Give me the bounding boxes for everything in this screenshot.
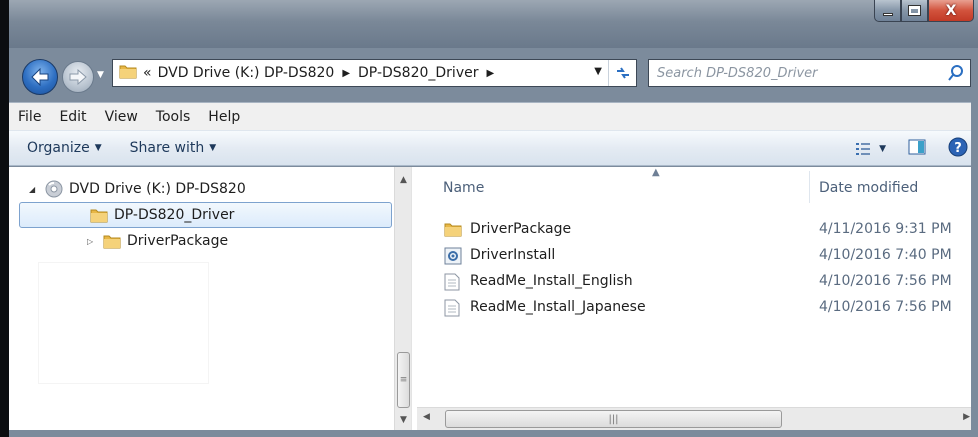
dvd-drive-icon xyxy=(45,180,63,198)
command-bar: Organize ▼ Share with ▼ ▼ ? xyxy=(9,130,978,166)
file-name: ReadMe_Install_Japanese xyxy=(470,299,646,315)
organize-button[interactable]: Organize ▼ xyxy=(17,140,112,156)
back-arrow-icon xyxy=(31,68,49,86)
breadcrumb-driver-folder[interactable]: DP-DS820_Driver xyxy=(358,65,478,81)
column-header-name[interactable]: Name xyxy=(443,180,484,196)
tree-label: DriverPackage xyxy=(127,233,229,249)
svg-text:?: ? xyxy=(954,141,962,156)
recent-pages-dropdown[interactable]: ▼ xyxy=(97,70,109,82)
menu-bar: File Edit View Tools Help xyxy=(9,102,978,130)
back-button[interactable] xyxy=(22,59,58,95)
preview-pane-icon xyxy=(908,139,926,155)
column-header-date-modified[interactable]: Date modified xyxy=(819,180,918,196)
breadcrumb-separator-icon[interactable]: ▶ xyxy=(486,68,494,79)
breadcrumb-separator-icon[interactable]: ▶ xyxy=(342,68,350,79)
file-date: 4/11/2016 9:31 PM xyxy=(819,221,952,237)
search-box[interactable] xyxy=(648,59,971,87)
chevron-down-icon: ▼ xyxy=(209,143,217,153)
tree-item-dvd-drive[interactable]: ◢ DVD Drive (K:) DP-DS820 xyxy=(29,176,246,202)
search-icon[interactable] xyxy=(948,64,964,86)
organize-label: Organize xyxy=(27,140,90,156)
search-input[interactable] xyxy=(657,65,937,81)
share-with-button[interactable]: Share with ▼ xyxy=(120,140,226,156)
column-headers: Name ▲ Date modified xyxy=(417,167,978,207)
folder-icon xyxy=(103,233,121,249)
column-divider[interactable] xyxy=(809,171,810,203)
folder-icon xyxy=(444,221,462,241)
maximize-icon xyxy=(908,5,921,16)
caption-buttons: X xyxy=(874,0,974,22)
file-list-scrollbar[interactable]: ◀ ||| ▶ xyxy=(417,407,978,430)
window-border xyxy=(9,430,978,437)
refresh-icon xyxy=(616,67,629,79)
folder-icon xyxy=(119,63,137,83)
scroll-up-arrow-icon[interactable]: ▲ xyxy=(395,171,412,188)
file-name: ReadMe_Install_English xyxy=(470,273,633,289)
scroll-left-arrow-icon[interactable]: ◀ xyxy=(423,412,430,422)
command-bar-right: ▼ ? xyxy=(855,137,968,161)
navigation-scrollbar[interactable]: ▲ ≡ ▼ xyxy=(394,167,411,430)
file-date: 4/10/2016 7:56 PM xyxy=(819,273,952,289)
scroll-down-arrow-icon[interactable]: ▼ xyxy=(395,411,412,428)
file-row[interactable]: DriverInstall 4/10/2016 7:40 PM xyxy=(417,243,978,269)
close-icon: X xyxy=(945,2,957,19)
menu-file[interactable]: File xyxy=(9,109,50,125)
scroll-right-arrow-icon[interactable]: ▶ xyxy=(963,412,970,422)
sort-ascending-icon: ▲ xyxy=(652,167,660,178)
help-button[interactable]: ? xyxy=(948,137,968,161)
text-file-icon xyxy=(444,299,460,321)
scrollbar-thumb[interactable]: ≡ xyxy=(397,352,410,408)
scrollbar-thumb[interactable]: ||| xyxy=(445,410,782,428)
file-row[interactable]: DriverPackage 4/11/2016 9:31 PM xyxy=(417,217,978,243)
collapsed-triangle-icon[interactable]: ▷ xyxy=(87,237,99,246)
preview-pane-button[interactable] xyxy=(908,139,926,159)
address-bar[interactable]: « DVD Drive (K:) DP-DS820 ▶ DP-DS820_Dri… xyxy=(112,59,637,87)
file-date: 4/10/2016 7:56 PM xyxy=(819,299,952,315)
minimize-button[interactable] xyxy=(874,0,901,22)
file-date: 4/10/2016 7:40 PM xyxy=(819,247,952,263)
file-name: DriverInstall xyxy=(470,247,556,263)
refresh-button[interactable] xyxy=(608,60,636,86)
title-bar[interactable]: X xyxy=(9,0,978,48)
forward-arrow-icon xyxy=(69,69,87,85)
background-strip xyxy=(0,0,9,437)
file-name: DriverPackage xyxy=(470,221,572,237)
address-dropdown-icon[interactable]: ▼ xyxy=(594,66,602,77)
text-file-icon xyxy=(444,273,460,295)
menu-view[interactable]: View xyxy=(96,109,147,125)
folder-icon xyxy=(90,207,108,223)
menu-tools[interactable]: Tools xyxy=(147,109,200,125)
share-with-label: Share with xyxy=(129,140,205,156)
chevron-down-icon: ▼ xyxy=(879,144,886,154)
setup-icon xyxy=(444,247,462,269)
tree-label: DVD Drive (K:) DP-DS820 xyxy=(69,181,246,197)
menu-help[interactable]: Help xyxy=(199,109,249,125)
blank-area xyxy=(38,262,209,384)
menu-edit[interactable]: Edit xyxy=(50,109,95,125)
tree-item-dp-ds820-driver[interactable]: DP-DS820_Driver xyxy=(19,202,392,228)
address-overflow-chevron[interactable]: « xyxy=(143,65,152,81)
tree-label: DP-DS820_Driver xyxy=(114,207,235,223)
minimize-icon xyxy=(882,12,893,16)
details-view-icon xyxy=(856,143,871,155)
expanded-triangle-icon[interactable]: ◢ xyxy=(29,185,41,194)
file-row[interactable]: ReadMe_Install_English 4/10/2016 7:56 PM xyxy=(417,269,978,295)
maximize-button[interactable] xyxy=(901,0,928,22)
navigation-pane[interactable]: ◢ DVD Drive (K:) DP-DS820 DP-DS820_Drive… xyxy=(9,167,394,430)
file-row[interactable]: ReadMe_Install_Japanese 4/10/2016 7:56 P… xyxy=(417,295,978,321)
file-list[interactable]: Name ▲ Date modified DriverPackage 4/11/… xyxy=(417,167,978,407)
help-icon: ? xyxy=(948,137,968,157)
forward-button[interactable] xyxy=(62,61,94,93)
chevron-down-icon: ▼ xyxy=(94,143,102,153)
breadcrumb-dvd-drive[interactable]: DVD Drive (K:) DP-DS820 xyxy=(158,65,335,81)
window-border xyxy=(971,102,978,430)
change-view-button[interactable]: ▼ xyxy=(855,142,886,156)
tree-item-driver-package[interactable]: ▷ DriverPackage xyxy=(87,228,228,254)
close-button[interactable]: X xyxy=(928,0,974,22)
